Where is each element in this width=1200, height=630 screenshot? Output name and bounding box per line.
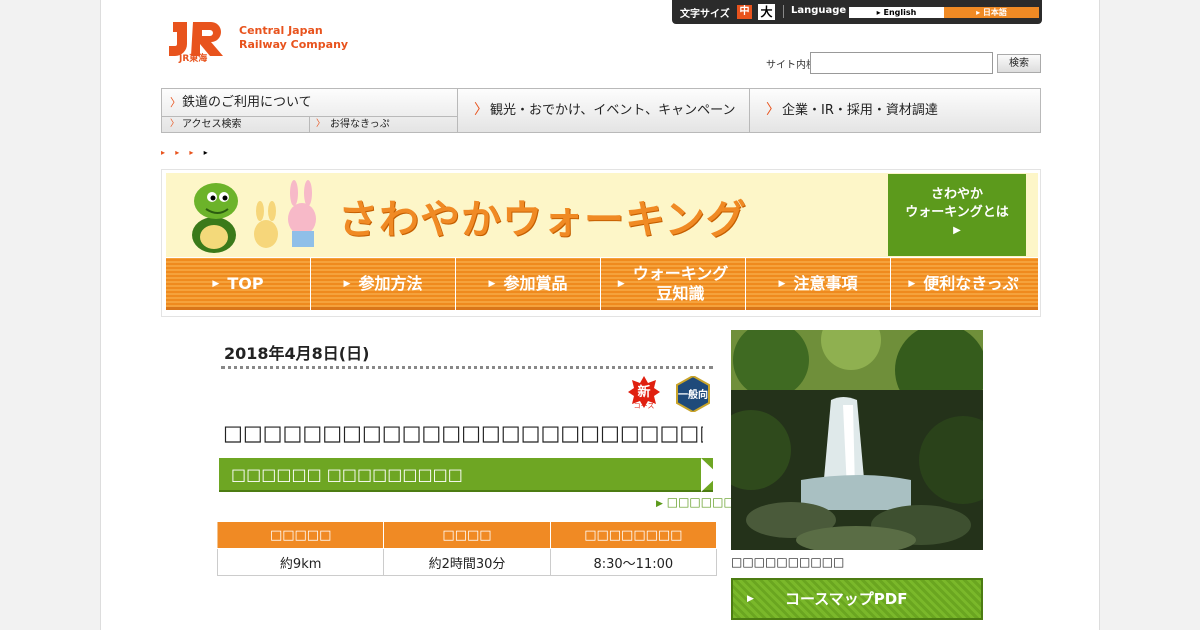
tab-top-label: TOP xyxy=(227,274,264,293)
table-header-start-time: □□□□□□□□ xyxy=(549,521,718,549)
font-size-medium-button[interactable]: 中 xyxy=(737,5,752,19)
company-name-line2: Railway Company xyxy=(239,38,349,51)
chevron-right-icon: 〉 xyxy=(766,102,780,118)
about-walking-line2: ウォーキングとは xyxy=(905,205,1009,220)
triangle-right-icon: ▶ xyxy=(488,279,496,289)
walking-banner: さわやかウォーキング さわやか ウォーキングとは ▶ ▶ TOP ▶ 参加方法 ▶ 参… xyxy=(161,169,1041,317)
utility-bar: 文字サイズ 中 大 Language ▸ English ▸ 日本語 xyxy=(672,0,1042,24)
tab-notes-label: 注意事項 xyxy=(793,274,858,293)
tab-walking-tips-label: ウォーキング 豆知識 xyxy=(632,264,729,303)
company-name: Central Japan Railway Company xyxy=(239,24,348,52)
new-badge-subtext: コース xyxy=(634,402,655,410)
event-title: □□□□□□□□□□□□□□□□□□□□□□□□□□□□□□□□□□□□ xyxy=(223,421,703,445)
search-button[interactable]: 検索 xyxy=(997,54,1041,73)
course-map-pdf-label: コースマップPDF xyxy=(785,590,908,608)
station-banner: □□□□□□ □□□□□□□□□ xyxy=(219,458,713,492)
about-walking-line1: さわやか xyxy=(930,187,983,202)
banner-tabs: ▶ TOP ▶ 参加方法 ▶ 参加賞品 ▶ ウォーキング 豆知識 ▶ 注意事項 ▶ 便利なき… xyxy=(166,258,1038,310)
event-date: 2018年4月8日(日) xyxy=(224,344,370,363)
station-banner-notch xyxy=(701,458,719,492)
tab-top[interactable]: ▶ TOP xyxy=(166,258,311,310)
tab-prizes-label: 参加賞品 xyxy=(503,274,568,293)
tab-how-to-join-label: 参加方法 xyxy=(358,274,423,293)
search-input[interactable] xyxy=(810,52,993,74)
table-header-row: □□□□□ □□□□ □□□□□□□□ xyxy=(216,521,718,549)
nav-rail-group: 〉 鉄道のご利用について 〉 アクセス検索 〉 お得なきっぷ xyxy=(162,89,458,132)
nav-item-tickets[interactable]: 〉 お得なきっぷ xyxy=(310,117,458,132)
language-english-button[interactable]: ▸ English xyxy=(849,7,944,18)
utility-divider xyxy=(783,5,784,18)
triangle-right-icon: ▶ xyxy=(343,279,351,289)
nav-item-corporate[interactable]: 〉 企業・IR・採用・資材調達 xyxy=(750,89,1040,132)
logo-sub-text: JR東海 xyxy=(179,54,208,64)
table-header-duration: □□□□ xyxy=(383,521,551,549)
course-map-pdf-button[interactable]: ▶ コースマップPDF xyxy=(731,578,983,620)
page: JR東海 Central Japan Railway Company 文字サイズ… xyxy=(100,0,1100,630)
tab-prizes[interactable]: ▶ 参加賞品 xyxy=(456,258,601,310)
triangle-right-icon: ▶ xyxy=(778,279,786,289)
chevron-right-icon: 〉 xyxy=(316,119,326,129)
nav-item-access-label: アクセス検索 xyxy=(182,119,242,130)
language-english-label: English xyxy=(883,8,917,17)
nav-item-access[interactable]: 〉 アクセス検索 xyxy=(162,117,310,132)
nav-item-rail-label: 鉄道のご利用について xyxy=(182,95,312,110)
mascot-characters-icon xyxy=(192,180,316,253)
breadcrumb: ▸ ▸ ▸ ▸ xyxy=(161,148,208,157)
banner-header: さわやかウォーキング さわやか ウォーキングとは ▶ xyxy=(166,173,1038,257)
triangle-right-icon: ▶ xyxy=(212,279,220,289)
language-japanese-label: 日本語 xyxy=(982,8,1007,17)
triangle-right-icon: ▶ xyxy=(953,225,961,236)
waterfall-photo xyxy=(731,330,983,550)
chevron-right-icon: 〉 xyxy=(170,119,180,129)
tab-useful-tickets[interactable]: ▶ 便利なきっぷ xyxy=(891,258,1036,310)
event-info-table: □□□□□ □□□□ □□□□□□□□ 約9km 約2時間30分 8:30～11… xyxy=(216,521,718,576)
chevron-right-icon: 〉 xyxy=(474,102,488,118)
tab-useful-tickets-label: 便利なきっぷ xyxy=(923,274,1019,293)
nav-item-rail[interactable]: 〉 鉄道のご利用について xyxy=(162,89,458,117)
dotted-divider xyxy=(221,366,713,369)
chevron-right-icon: 〉 xyxy=(170,96,181,109)
company-name-line1: Central Japan xyxy=(239,24,323,37)
nav-item-sightseeing-label: 観光・おでかけ、イベント、キャンペーン xyxy=(490,103,736,118)
nav-item-tickets-label: お得なきっぷ xyxy=(330,119,390,130)
font-size-label: 文字サイズ xyxy=(680,9,730,20)
font-size-large-button[interactable]: 大 xyxy=(758,4,775,20)
table-cell-distance: 約9km xyxy=(216,548,385,576)
tab-how-to-join[interactable]: ▶ 参加方法 xyxy=(311,258,456,310)
nav-item-sightseeing[interactable]: 〉 観光・おでかけ、イベント、キャンペーン xyxy=(458,89,750,132)
tab-walking-tips[interactable]: ▶ ウォーキング 豆知識 xyxy=(601,258,746,310)
new-course-badge-icon: 新 コース xyxy=(628,376,660,410)
general-level-badge-icon: 一般向 xyxy=(676,376,710,412)
new-badge-text: 新 xyxy=(637,384,650,400)
language-japanese-button[interactable]: ▸ 日本語 xyxy=(944,7,1039,18)
triangle-right-icon: ▶ xyxy=(747,594,754,604)
about-walking-button[interactable]: さわやか ウォーキングとは ▶ xyxy=(888,174,1026,256)
triangle-right-icon: ▶ xyxy=(908,279,916,289)
banner-title: さわやかウォーキング xyxy=(338,197,747,243)
table-row: 約9km 約2時間30分 8:30～11:00 xyxy=(216,548,718,576)
nav-item-corporate-label: 企業・IR・採用・資材調達 xyxy=(782,103,938,118)
photo-caption: □□□□□□□□□□ xyxy=(731,555,845,569)
table-cell-start-time: 8:30～11:00 xyxy=(549,548,718,576)
language-label: Language xyxy=(791,5,847,16)
global-nav: 〉 鉄道のご利用について 〉 アクセス検索 〉 お得なきっぷ 〉 観光・おでかけ… xyxy=(161,88,1041,133)
general-badge-text: 一般向 xyxy=(678,388,708,401)
triangle-right-icon: ▶ xyxy=(617,279,625,289)
table-header-distance: □□□□□ xyxy=(216,521,385,549)
triangle-right-icon: ▶ xyxy=(656,499,663,509)
table-cell-duration: 約2時間30分 xyxy=(383,548,551,576)
tab-notes[interactable]: ▶ 注意事項 xyxy=(746,258,891,310)
